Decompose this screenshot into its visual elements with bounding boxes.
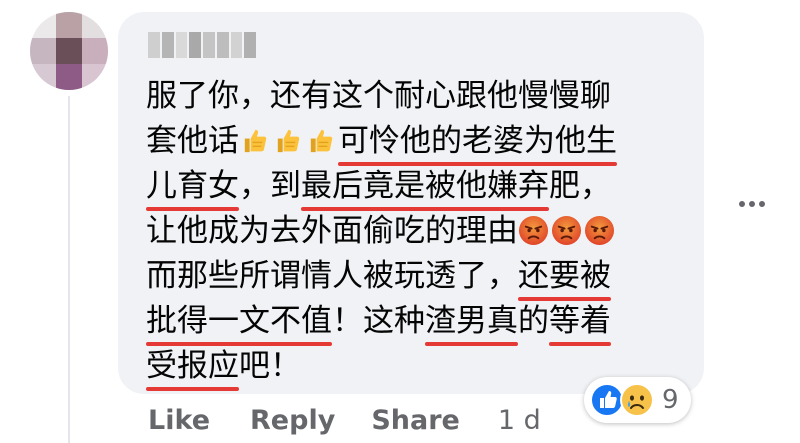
timestamp-link[interactable]: 1 d — [498, 405, 541, 436]
reactions-summary[interactable]: 9 — [584, 377, 691, 423]
comment-line: 批得一文不值！这种渣男真的等着 — [146, 299, 686, 344]
comment-line: 套他话 可怜他的老婆为他生 — [146, 119, 686, 164]
commenter-name-blurred[interactable] — [148, 32, 256, 58]
avatar-pixel — [56, 38, 82, 64]
comment-actions: Like Reply Share 1 d — [148, 400, 541, 440]
avatar-pixel — [30, 38, 56, 64]
avatar-pixel — [56, 12, 82, 38]
avatar-pixel — [82, 64, 108, 90]
avatar-pixel — [82, 12, 108, 38]
reply-button[interactable]: Reply — [250, 405, 335, 436]
dot — [739, 201, 745, 207]
text-segment: 服了你，还有这个耐心跟他慢慢聊 — [146, 78, 611, 114]
underlined-text: 还要被 — [518, 258, 611, 294]
thumbs-up-icon — [272, 124, 303, 155]
sad-reaction-icon — [620, 383, 654, 417]
text-segment: 套他话 — [146, 123, 239, 159]
like-reaction-icon — [590, 383, 624, 417]
text-segment: 而那些所谓情人被玩透了， — [146, 258, 518, 294]
thumbs-up-icon — [305, 124, 336, 155]
comment-line: 让他成为去外面偷吃的理由 — [146, 209, 686, 254]
underlined-text: 受报应 — [146, 348, 239, 384]
thumbs-up-icon — [239, 124, 270, 155]
comment-line: 儿育女，到最后竟是被他嫌弃肥， — [146, 164, 686, 209]
comment-text: 服了你，还有这个耐心跟他慢慢聊 套他话 可怜他的老婆为他生儿育女，到最后竟是被他嫌弃… — [146, 74, 686, 389]
avatar-pixel — [30, 12, 56, 38]
underlined-text: 渣男真 — [425, 303, 518, 339]
text-segment: 肥， — [549, 168, 611, 204]
reaction-count: 9 — [662, 385, 679, 415]
angry-face-icon — [551, 214, 582, 246]
text-segment: ！这种 — [332, 303, 425, 339]
avatar[interactable] — [30, 12, 108, 90]
comment-line: 而那些所谓情人被玩透了，还要被 — [146, 254, 686, 299]
angry-face-icon — [584, 214, 615, 246]
avatar-pixel — [82, 38, 108, 64]
angry-face-icon — [518, 214, 549, 246]
like-button[interactable]: Like — [148, 405, 210, 436]
underlined-text: 批得一文不值 — [146, 303, 332, 339]
underlined-text: 最后竟是被他嫌弃 — [301, 168, 549, 204]
underlined-text: 可怜他的老婆为他生 — [338, 123, 617, 159]
text-segment: ，到 — [239, 168, 301, 204]
dot — [749, 201, 755, 207]
thread-line — [68, 96, 70, 443]
underlined-text: 等着 — [549, 303, 611, 339]
text-segment: 吧！ — [239, 348, 301, 384]
text-segment: 的 — [518, 303, 549, 339]
avatar-pixel — [30, 64, 56, 90]
dot — [759, 201, 765, 207]
avatar-pixel — [56, 64, 82, 90]
more-options-button[interactable] — [730, 190, 774, 218]
comment-line: 服了你，还有这个耐心跟他慢慢聊 — [146, 74, 686, 119]
share-button[interactable]: Share — [371, 405, 460, 436]
underlined-text: 儿育女 — [146, 168, 239, 204]
text-segment: 让他成为去外面偷吃的理由 — [146, 213, 518, 249]
